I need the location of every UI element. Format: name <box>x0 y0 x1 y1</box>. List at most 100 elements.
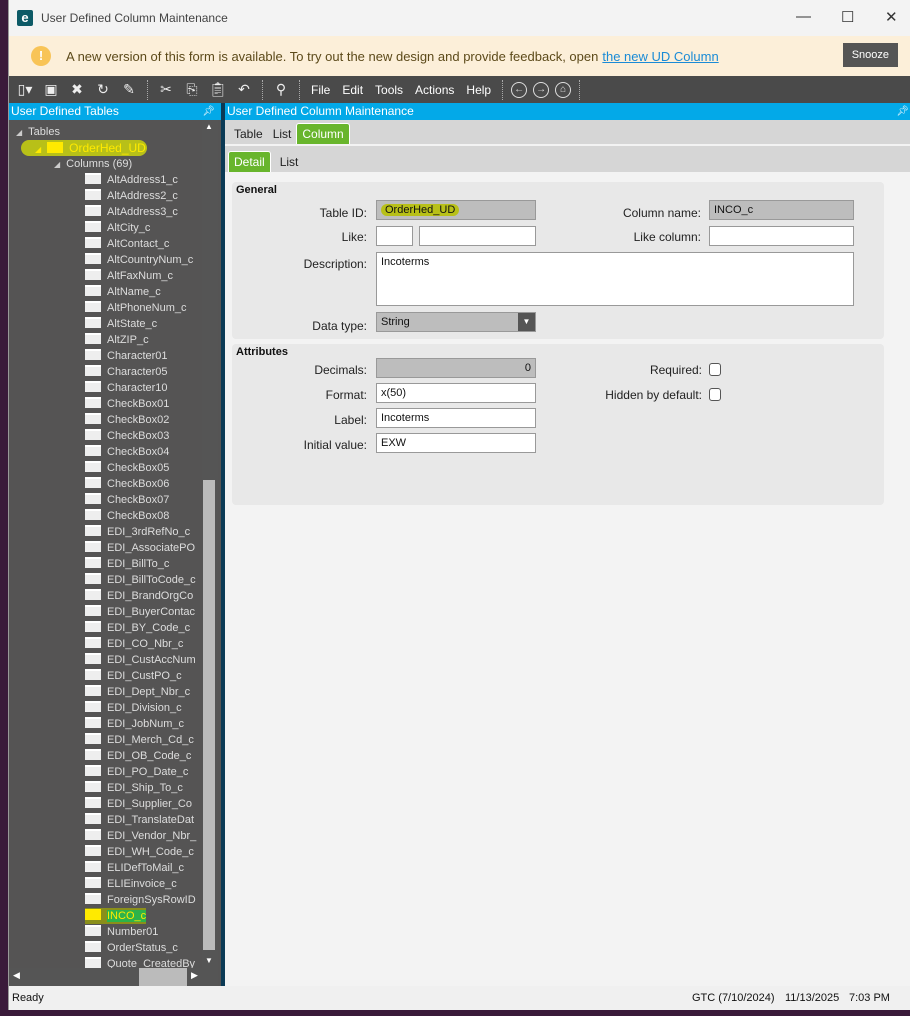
pin-icon[interactable]: 📌︎ <box>896 103 909 120</box>
like-name-field[interactable] <box>419 226 536 246</box>
tree-node-column[interactable]: Character10 <box>85 380 168 396</box>
tree-node-column[interactable]: EDI_CustPO_c <box>85 668 182 684</box>
menu-actions[interactable]: Actions <box>412 83 457 97</box>
clear-icon[interactable]: ✎ <box>119 81 139 98</box>
tree-node-column[interactable]: EDI_WH_Code_c <box>85 844 194 860</box>
tree-node-column[interactable]: Character05 <box>85 364 168 380</box>
snooze-button[interactable]: Snooze <box>842 43 898 67</box>
format-field[interactable]: x(50) <box>376 383 536 403</box>
data-type-select[interactable]: String ▼ <box>376 312 536 332</box>
tree-node-column[interactable]: CheckBox08 <box>85 508 169 524</box>
tree-node-column[interactable]: EDI_Dept_Nbr_c <box>85 684 190 700</box>
tab-sublist[interactable]: List <box>275 152 304 172</box>
minimize-button[interactable]: — <box>796 8 811 25</box>
tree-node-column[interactable]: CheckBox04 <box>85 444 169 460</box>
tree-node-column[interactable]: EDI_BrandOrgCo <box>85 588 193 604</box>
paste-icon[interactable]: 📋︎ <box>208 81 228 98</box>
tree-node-column[interactable]: ELIDefToMail_c <box>85 860 184 876</box>
tree-node-column[interactable]: EDI_Vendor_Nbr_ <box>85 828 196 844</box>
tree-node-column[interactable]: EDI_BuyerContac <box>85 604 195 620</box>
horizontal-scrollbar[interactable]: ◀ ▶ <box>9 968 202 986</box>
tree-node-tables[interactable]: ◢ Tables <box>16 124 60 140</box>
hidden-checkbox[interactable] <box>709 388 721 401</box>
like-field[interactable] <box>376 226 413 246</box>
required-checkbox[interactable] <box>709 363 721 376</box>
tree-node-column[interactable]: ELIEinvoice_c <box>85 876 177 892</box>
tree-node-column[interactable]: CheckBox07 <box>85 492 169 508</box>
tree-node-column[interactable]: INCO_c <box>85 908 147 924</box>
tree-node-column[interactable]: EDI_OB_Code_c <box>85 748 191 764</box>
tree-node-column[interactable]: OrderStatus_c <box>85 940 178 956</box>
search-icon[interactable]: ⚲ <box>271 81 291 98</box>
tree-node-column[interactable]: EDI_AssociatePO <box>85 540 195 556</box>
tree-node-column[interactable]: Number01 <box>85 924 158 940</box>
save-icon[interactable]: ▣ <box>41 81 61 98</box>
scroll-left-icon[interactable]: ◀ <box>13 970 20 981</box>
column-name-field[interactable]: INCO_c <box>709 200 854 220</box>
tree-node-orderhed-ud[interactable]: ◢ OrderHed_UD <box>21 140 147 156</box>
tree-node-column[interactable]: EDI_JobNum_c <box>85 716 184 732</box>
initial-value-field[interactable]: EXW <box>376 433 536 453</box>
tree-node-column[interactable]: AltFaxNum_c <box>85 268 173 284</box>
tree-node-column[interactable]: EDI_Supplier_Co <box>85 796 192 812</box>
new-form-link[interactable]: the new UD Column <box>602 49 718 64</box>
menu-help[interactable]: Help <box>463 83 494 97</box>
tree-node-column[interactable]: AltPhoneNum_c <box>85 300 187 316</box>
tree-node-column[interactable]: CheckBox03 <box>85 428 169 444</box>
tree-node-column[interactable]: AltAddress2_c <box>85 188 178 204</box>
home-icon[interactable]: ⌂ <box>555 81 572 98</box>
undo-icon[interactable]: ↶ <box>234 81 254 98</box>
menu-file[interactable]: File <box>308 83 333 97</box>
tree-node-columns[interactable]: ◢ Columns (69) <box>54 156 132 172</box>
tree-node-column[interactable]: AltCity_c <box>85 220 150 236</box>
tree-node-column[interactable]: EDI_CO_Nbr_c <box>85 636 183 652</box>
tree-node-column[interactable]: EDI_TranslateDat <box>85 812 194 828</box>
tree-node-column[interactable]: AltZIP_c <box>85 332 149 348</box>
tree-node-column[interactable]: Character01 <box>85 348 168 364</box>
tree-node-column[interactable]: EDI_Ship_To_c <box>85 780 183 796</box>
close-button[interactable]: ✕ <box>885 8 898 26</box>
menu-edit[interactable]: Edit <box>339 83 366 97</box>
chevron-down-icon[interactable]: ▼ <box>518 313 535 331</box>
like-column-field[interactable] <box>709 226 854 246</box>
back-icon[interactable]: ← <box>511 81 528 98</box>
tree-node-column[interactable]: AltContact_c <box>85 236 169 252</box>
tree-node-column[interactable]: ForeignSysRowID <box>85 892 196 908</box>
tree-node-column[interactable]: EDI_PO_Date_c <box>85 764 188 780</box>
tree-node-column[interactable]: AltCountryNum_c <box>85 252 193 268</box>
tree-node-column[interactable]: AltAddress1_c <box>85 172 178 188</box>
tab-detail[interactable]: Detail <box>228 151 271 172</box>
scroll-up-icon[interactable]: ▲ <box>205 122 213 131</box>
menu-tools[interactable]: Tools <box>372 83 406 97</box>
tree-node-column[interactable]: EDI_Merch_Cd_c <box>85 732 194 748</box>
refresh-icon[interactable]: ↻ <box>93 81 113 98</box>
scroll-right-icon[interactable]: ▶ <box>191 970 198 981</box>
scroll-thumb[interactable] <box>203 480 215 950</box>
tree-node-column[interactable]: CheckBox01 <box>85 396 169 412</box>
label-field[interactable]: Incoterms <box>376 408 536 428</box>
tree-node-column[interactable]: AltName_c <box>85 284 161 300</box>
tree-node-column[interactable]: AltState_c <box>85 316 157 332</box>
description-field[interactable]: Incoterms <box>376 252 854 306</box>
tree-node-column[interactable]: EDI_3rdRefNo_c <box>85 524 190 540</box>
table-id-field[interactable]: OrderHed_UD <box>376 200 536 220</box>
delete-icon[interactable]: ✖ <box>67 81 87 98</box>
cut-icon[interactable]: ✂ <box>156 81 176 98</box>
tab-column[interactable]: Column <box>296 123 350 144</box>
pin-icon[interactable]: 📌︎ <box>202 103 215 120</box>
tree-node-column[interactable]: CheckBox05 <box>85 460 169 476</box>
tree-node-column[interactable]: EDI_Division_c <box>85 700 182 716</box>
tree-node-column[interactable]: EDI_BY_Code_c <box>85 620 190 636</box>
tree-node-column[interactable]: CheckBox02 <box>85 412 169 428</box>
tree-node-column[interactable]: CheckBox06 <box>85 476 169 492</box>
tree-node-column[interactable]: EDI_BillToCode_c <box>85 572 196 588</box>
decimals-field[interactable]: 0 <box>376 358 536 378</box>
tab-list[interactable]: List <box>268 124 297 144</box>
vertical-scrollbar[interactable]: ▲ ▼ <box>202 120 218 986</box>
forward-icon[interactable]: → <box>533 81 550 98</box>
scroll-down-icon[interactable]: ▼ <box>205 956 213 965</box>
scroll-thumb[interactable] <box>139 968 187 986</box>
new-icon[interactable]: ▯▾ <box>15 81 35 98</box>
tree-node-column[interactable]: EDI_CustAccNum <box>85 652 196 668</box>
tab-table[interactable]: Table <box>229 124 268 144</box>
